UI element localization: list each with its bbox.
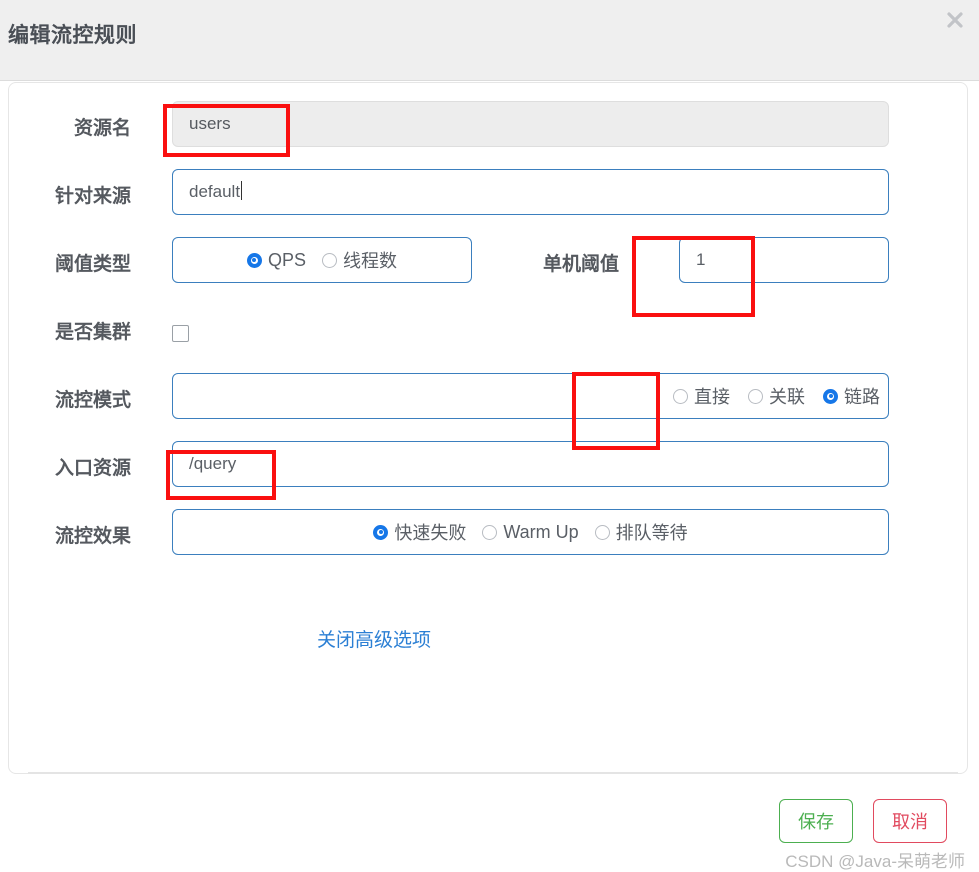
label-flow-mode: 流控模式 <box>54 390 131 411</box>
save-button[interactable]: 保存 <box>779 799 853 843</box>
radio-dot-icon <box>594 524 610 540</box>
radio-dot-icon <box>322 252 337 268</box>
advanced-options-link[interactable]: 关闭高级选项 <box>9 625 969 652</box>
origin-input-value: default <box>189 182 241 201</box>
form-row-flow-effect: 流控效果 快速失败 Warm Up 排队等待 <box>9 509 969 565</box>
radio-dot-icon <box>823 388 838 404</box>
watermark: CSDN @Java-呆萌老师 <box>785 852 965 871</box>
radio-fast-fail-label: 快速失败 <box>394 523 467 543</box>
radio-direct[interactable]: 直接 <box>673 383 730 409</box>
flow-mode-radio-group[interactable]: 直接 关联 链路 <box>172 373 889 419</box>
radio-chain-label: 链路 <box>844 387 880 407</box>
radio-fast-fail[interactable]: 快速失败 <box>373 519 466 545</box>
radio-thread-count[interactable]: 线程数 <box>322 247 397 273</box>
label-origin: 针对来源 <box>54 186 131 207</box>
label-resource-name: 资源名 <box>73 118 131 139</box>
label-single-threshold: 单机阈值 <box>542 254 619 275</box>
form-row-flow-mode: 流控模式 直接 关联 链路 <box>9 373 969 429</box>
radio-queue-wait-label: 排队等待 <box>615 523 688 543</box>
label-flow-effect: 流控效果 <box>54 526 131 547</box>
radio-queue-wait[interactable]: 排队等待 <box>594 519 688 545</box>
footer-actions: 保存 取消 <box>779 799 947 843</box>
radio-associated[interactable]: 关联 <box>748 383 805 409</box>
dialog-body: 资源名 users 针对来源 default 阈值类型 QPS 线程数 单机阈值 <box>0 81 979 871</box>
cluster-checkbox[interactable] <box>172 325 189 342</box>
text-caret <box>241 181 243 200</box>
threshold-type-radio-group[interactable]: QPS 线程数 <box>172 237 472 283</box>
cancel-button[interactable]: 取消 <box>873 799 947 843</box>
page-title: 编辑流控规则 <box>8 24 137 47</box>
radio-dot-icon <box>246 252 262 268</box>
flow-effect-radio-group[interactable]: 快速失败 Warm Up 排队等待 <box>172 509 889 555</box>
close-icon[interactable] <box>941 6 969 34</box>
radio-dot-icon <box>482 524 498 540</box>
form-row-threshold-type: 阈值类型 QPS 线程数 单机阈值 1 <box>9 237 969 293</box>
dialog-header: 编辑流控规则 <box>0 0 979 81</box>
label-threshold-type: 阈值类型 <box>54 254 131 275</box>
radio-dot-icon <box>673 388 688 404</box>
form-row-origin: 针对来源 default <box>9 169 969 225</box>
radio-thread-count-label: 线程数 <box>343 251 397 271</box>
radio-dot-icon <box>748 388 763 404</box>
single-threshold-input[interactable]: 1 <box>679 237 889 283</box>
radio-warm-up-label: Warm Up <box>503 521 579 542</box>
form-row-cluster: 是否集群 <box>9 305 969 361</box>
radio-associated-label: 关联 <box>769 387 805 407</box>
form-row-resource-name: 资源名 users <box>9 101 969 157</box>
resource-name-input: users <box>172 101 889 147</box>
radio-dot-icon <box>373 524 389 540</box>
advanced-options-link-label: 关闭高级选项 <box>316 630 431 651</box>
label-cluster: 是否集群 <box>54 322 131 343</box>
radio-warm-up[interactable]: Warm Up <box>482 521 579 543</box>
label-entry-resource: 入口资源 <box>54 458 131 479</box>
radio-chain[interactable]: 链路 <box>823 383 880 409</box>
form-row-entry-resource: 入口资源 /query <box>9 441 969 497</box>
radio-qps[interactable]: QPS <box>246 249 306 271</box>
radio-qps-label: QPS <box>267 249 306 270</box>
origin-input[interactable]: default <box>172 169 889 215</box>
entry-resource-input[interactable]: /query <box>172 441 889 487</box>
radio-direct-label: 直接 <box>694 387 730 407</box>
footer-divider <box>28 772 958 774</box>
form-card: 资源名 users 针对来源 default 阈值类型 QPS 线程数 单机阈值 <box>8 82 968 774</box>
